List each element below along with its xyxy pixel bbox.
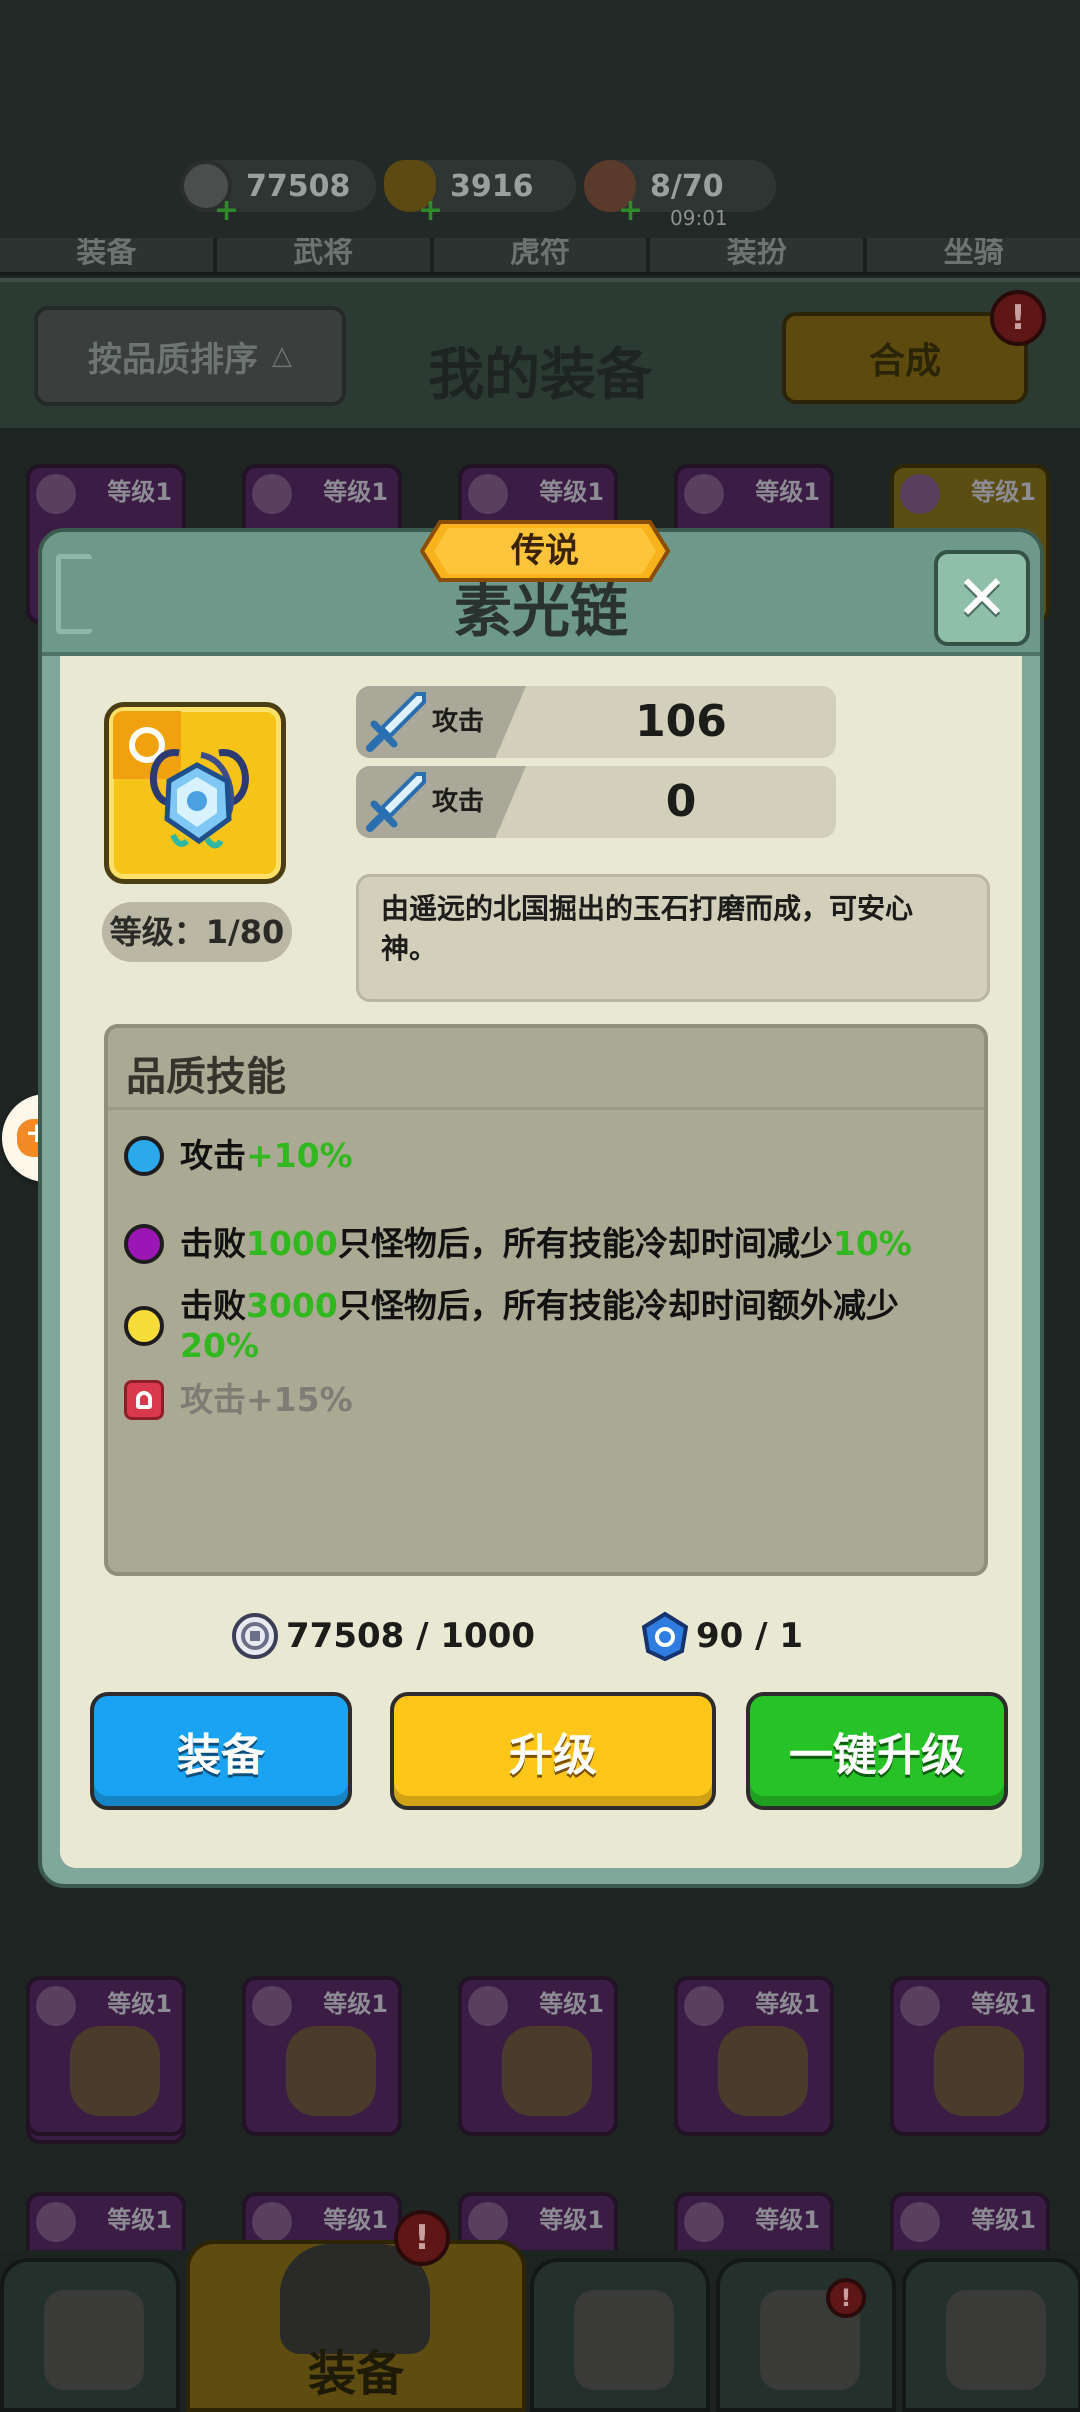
boot-type-icon (684, 474, 724, 514)
armor-icon (286, 2026, 376, 2116)
equipment-list-header: 按品质排序 △ 我的装备 合成 ! (0, 278, 1080, 428)
lock-icon (124, 1380, 164, 1420)
medal-type-icon (252, 2202, 292, 2242)
nav-equipment-label: 装备 (307, 2346, 404, 2402)
gate-icon (44, 2290, 144, 2390)
skills-title: 品质技能 (126, 1054, 286, 1100)
gold-ingot-value: 3916 (450, 168, 534, 204)
blue-quality-dot (124, 1136, 164, 1176)
silver-coin-counter[interactable]: 77508 + (180, 160, 376, 228)
alert-badge: ! (394, 2210, 450, 2266)
silver-coin-icon (232, 1613, 278, 1659)
tab-mount[interactable]: 坐骑 (867, 238, 1080, 272)
weapon-type-icon (900, 474, 940, 514)
medal-type-icon (252, 474, 292, 514)
jade-necklace-icon (149, 749, 249, 849)
tab-costume[interactable]: 装扮 (650, 238, 868, 272)
equipment-slot[interactable]: 等级1 (242, 1976, 402, 2136)
sword-icon (366, 772, 426, 832)
purple-quality-dot (124, 1224, 164, 1264)
stat-label: 攻击 (432, 787, 485, 817)
equip-button[interactable]: 装备 (90, 1692, 352, 1810)
equipment-detail-modal: 素光链 ✕ 传说 等级：1/80 攻击 106 攻击 0 由遥远的北国掘出的玉石… (38, 520, 1044, 1888)
gem-cost-value: 90 / 1 (696, 1616, 804, 1656)
upgrade-all-button[interactable]: 一键升级 (746, 1692, 1008, 1810)
close-button[interactable]: ✕ (934, 550, 1030, 646)
necklace-icon (934, 2026, 1024, 2116)
nav-city-tab[interactable] (0, 2258, 180, 2412)
armor-type-icon (468, 1986, 508, 2026)
rarity-banner: 传说 (420, 520, 670, 582)
gold-ingot-counter[interactable]: 3916 + (384, 160, 576, 228)
coin-cost: 77508 / 1000 (230, 1608, 535, 1664)
armor-icon (718, 2026, 808, 2116)
stat-value: 106 (635, 696, 727, 747)
item-description: 由遥远的北国掘出的玉石打磨而成，可安心神。 (356, 874, 990, 1002)
alert-badge: ! (826, 2278, 866, 2318)
item-level: 等级：1/80 (102, 902, 292, 962)
medal-type-icon (900, 1986, 940, 2026)
crossed-swords-icon (574, 2290, 674, 2390)
stamina-value: 8/70 (650, 168, 724, 204)
add-icon[interactable]: + (618, 193, 643, 228)
upgrade-arrow-icon (946, 2290, 1046, 2390)
glaive-icon (70, 2026, 160, 2116)
equipment-slot[interactable]: 等级1 (890, 1976, 1050, 2136)
sword-icon (366, 692, 426, 752)
modal-body: 等级：1/80 攻击 106 攻击 0 由遥远的北国掘出的玉石打磨而成，可安心神… (60, 656, 1022, 1868)
equipment-slot[interactable]: 等级1 (674, 1976, 834, 2136)
tab-generals[interactable]: 武将 (217, 238, 434, 272)
tab-tiger-tally[interactable]: 虎符 (434, 238, 651, 272)
upgrade-button[interactable]: 升级 (390, 1692, 716, 1810)
tab-equipment[interactable]: 装备 (0, 238, 217, 272)
stat-row-attack: 攻击 0 (356, 766, 836, 838)
close-icon: ✕ (956, 561, 1008, 634)
equipment-slot[interactable]: 等级1 (26, 1976, 186, 2136)
category-tabs: 装备 武将 虎符 装扮 坐骑 (0, 238, 1080, 276)
add-icon[interactable]: + (214, 193, 239, 228)
armor-type-icon (36, 474, 76, 514)
nav-equipment-tab[interactable]: 装备 ! (186, 2210, 526, 2412)
boot-type-icon (684, 2202, 724, 2242)
weapon-type-icon (36, 1986, 76, 2026)
silver-coin-value: 77508 (246, 168, 351, 204)
equipment-slot[interactable]: 等级1 (458, 1976, 618, 2136)
stamina-timer: 09:01 (670, 206, 728, 230)
coin-cost-value: 77508 / 1000 (286, 1616, 536, 1656)
boot-type-icon (468, 2202, 508, 2242)
rarity-label: 传说 (511, 531, 579, 571)
item-icon (104, 702, 286, 884)
gold-quality-dot (124, 1306, 164, 1346)
stat-row-attack: 攻击 106 (356, 686, 836, 758)
nav-upgrade-tab[interactable] (902, 2258, 1080, 2412)
armor-type-icon (684, 1986, 724, 2026)
medal-type-icon (36, 2202, 76, 2242)
armor-type-icon (252, 1986, 292, 2026)
nav-mount-tab[interactable]: ! (716, 2258, 896, 2412)
armor-icon (502, 2026, 592, 2116)
boot-type-icon (900, 2202, 940, 2242)
stamina-counter[interactable]: 8/70 09:01 + (584, 160, 776, 230)
quality-skills-panel: 品质技能 攻击+10% 击败1000只怪物后，所有技能冷却时间减少10% 击败3… (104, 1024, 988, 1576)
add-icon[interactable]: + (418, 193, 443, 228)
blue-gem-icon (641, 1611, 689, 1661)
alert-badge: ! (990, 290, 1046, 346)
helmet-type-icon (468, 474, 508, 514)
gem-cost: 90 / 1 (640, 1608, 803, 1664)
stat-label: 攻击 (432, 707, 485, 737)
nav-battle-tab[interactable] (530, 2258, 710, 2412)
stat-value: 0 (665, 776, 697, 827)
